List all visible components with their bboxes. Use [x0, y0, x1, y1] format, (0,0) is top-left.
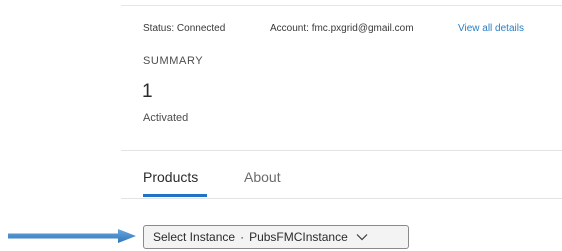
- activated-label: Activated: [143, 112, 189, 124]
- tabs-divider: [121, 198, 562, 199]
- chevron-down-icon: [356, 234, 368, 241]
- label-separator: ·: [240, 230, 245, 244]
- status-row: Status: Connected Account: fmc.pxgrid@gm…: [143, 23, 562, 37]
- selected-instance-value: PubsFMCInstance: [249, 230, 348, 244]
- summary-heading: SUMMARY: [143, 55, 204, 67]
- select-instance-label: Select Instance: [153, 230, 236, 244]
- tab-products[interactable]: Products: [143, 169, 198, 185]
- tab-about[interactable]: About: [244, 169, 281, 185]
- section-divider: [121, 150, 562, 151]
- integration-status-panel: Status: Connected Account: fmc.pxgrid@gm…: [0, 0, 562, 251]
- top-divider: [121, 5, 562, 6]
- view-all-details-link[interactable]: View all details: [458, 23, 524, 34]
- activated-count: 1: [142, 81, 153, 102]
- active-tab-indicator: [143, 194, 207, 197]
- connection-status: Status: Connected: [143, 23, 226, 34]
- select-instance-dropdown[interactable]: Select Instance · PubsFMCInstance: [143, 225, 409, 249]
- account-email: Account: fmc.pxgrid@gmail.com: [270, 23, 414, 34]
- pointer-arrow-icon: [8, 229, 136, 243]
